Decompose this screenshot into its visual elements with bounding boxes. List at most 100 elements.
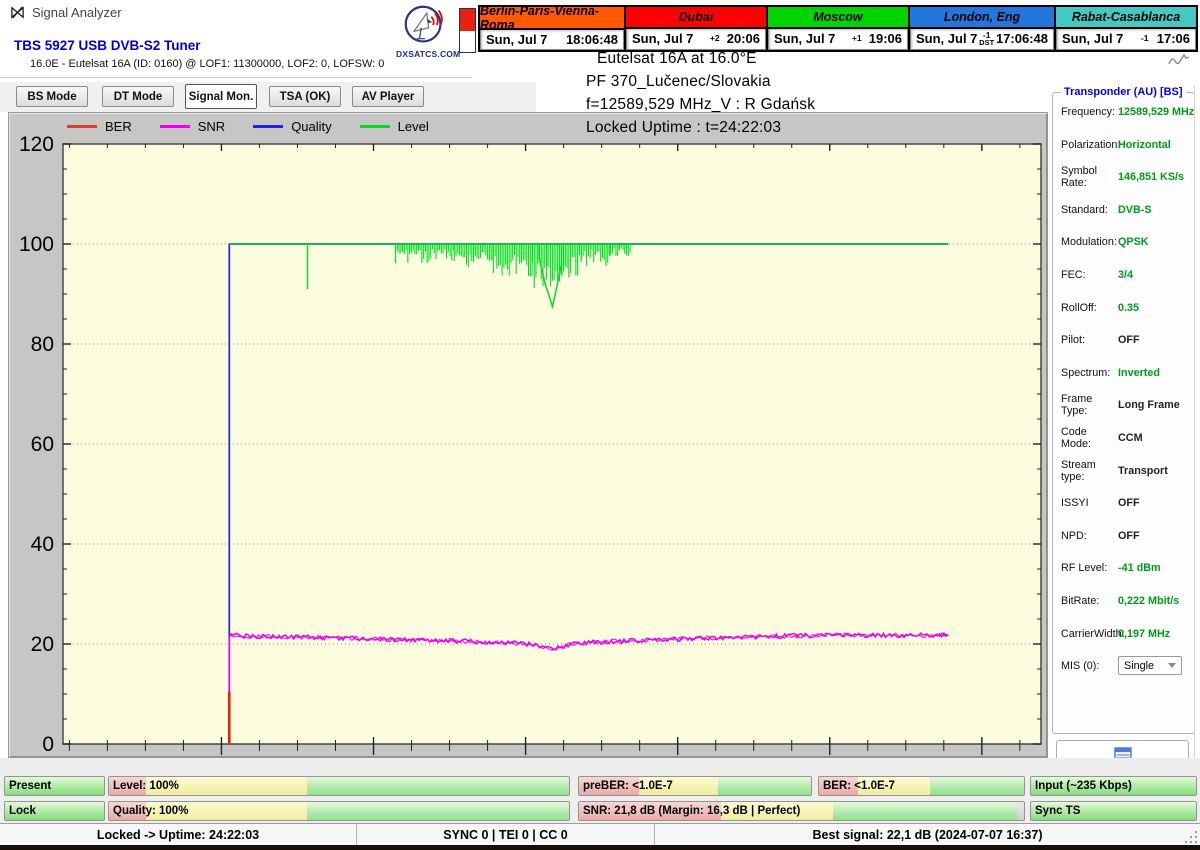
mis-select[interactable]: Single xyxy=(1118,656,1182,676)
frequency-caption: f=12589,529 MHz_V : R Gdańsk xyxy=(586,96,816,113)
clock-time-value: 20:06 xyxy=(726,31,760,47)
tab-dt-mode[interactable]: DT Mode xyxy=(102,86,174,107)
monitor-ber-1-0e-7: BER: <1.0E-7 xyxy=(818,776,1025,796)
transponder-value: OFF xyxy=(1118,334,1140,347)
signal-plot: 0 20 40 60 80 100 120 xyxy=(19,133,1042,756)
status-best-signal: Best signal: 22,1 dB (2024-07-07 16:37) xyxy=(812,828,1043,842)
transponder-value: OFF xyxy=(1118,497,1140,510)
transponder-label: Standard: xyxy=(1061,203,1108,216)
panel-divider xyxy=(1194,86,1195,758)
tab-bs-mode[interactable]: BS Mode xyxy=(16,86,88,107)
monitor-bar-label: Sync TS xyxy=(1035,804,1081,817)
transponder-row-rolloff: RollOff: 0.35 xyxy=(1061,298,1194,318)
window-title: Signal Analyzer xyxy=(32,5,122,20)
transponder-value: Horizontal xyxy=(1118,138,1171,151)
clock-rabat-casablanca: Rabat-Casablanca Sun, Jul 7 -1 17:06 xyxy=(1054,7,1196,50)
offset-dst-label: DST xyxy=(979,37,995,47)
offset-value: +1 xyxy=(851,33,862,44)
app-icon xyxy=(11,6,24,19)
transponder-row-polarization: Polarization: Horizontal xyxy=(1061,135,1194,155)
transponder-value: Long Frame xyxy=(1118,399,1180,412)
legend-item-quality: Quality xyxy=(253,119,332,134)
legend-item-level: Level xyxy=(359,119,429,134)
world-clock-panel: Berlin-Paris-Vienna-Roma Sun, Jul 7 18:06:… xyxy=(478,4,1198,52)
signature-icon xyxy=(1168,53,1190,72)
clock-time-cell: Sun, Jul 7 +1 19:06 xyxy=(768,28,908,50)
clock-utc-offset: +2 xyxy=(703,34,727,43)
clock-moscow: Moscow Sun, Jul 7 +1 19:06 xyxy=(766,7,908,50)
svg-text:100: 100 xyxy=(19,233,54,256)
clock-city-label: Dubai xyxy=(626,7,766,29)
bar-segment xyxy=(1016,802,1024,820)
transponder-row-issyi: ISSYI OFF xyxy=(1061,493,1194,513)
clock-time-value: 18:06:48 xyxy=(565,32,618,47)
clock-date: Sun, Jul 7 xyxy=(1062,31,1124,47)
bar-segment xyxy=(306,802,569,820)
flag-marker xyxy=(459,8,476,53)
resize-grip[interactable] xyxy=(1185,831,1197,843)
transponder-label: Spectrum: xyxy=(1061,366,1111,379)
transponder-row-frame-type: Frame Type: Long Frame xyxy=(1061,393,1194,418)
transponder-label: Frame Type: xyxy=(1061,393,1093,418)
transponder-row-stream-type: Stream type: Transport xyxy=(1061,459,1194,483)
uptime-caption: Locked Uptime : t=24:22:03 xyxy=(586,119,782,136)
transponder-label: ISSYI xyxy=(1061,497,1089,510)
legend-swatch xyxy=(159,125,190,128)
transponder-value: DVB-S xyxy=(1118,203,1152,216)
transponder-label: RF Level: xyxy=(1061,562,1108,575)
clock-utc-offset: +1 xyxy=(845,33,869,44)
transponder-row-spectrum: Spectrum: Inverted xyxy=(1061,363,1194,383)
monitor-bar-label: Input (~235 Kbps) xyxy=(1035,779,1132,792)
tab-av-player[interactable]: AV Player xyxy=(352,86,424,107)
offset-value: -1 xyxy=(1140,33,1149,44)
transponder-row-carrierwidth: CarrierWidth: 0,197 MHz xyxy=(1061,624,1194,644)
transponder-value: -41 dBm xyxy=(1118,562,1161,575)
tab-tsa-ok[interactable]: TSA (OK) xyxy=(269,86,341,107)
clock-time-cell: Sun, Jul 7 -1 DST 17:06:48 xyxy=(910,28,1054,50)
transponder-row-pilot: Pilot: OFF xyxy=(1061,330,1194,350)
monitor-preber-1-0e-7: preBER: <1.0E-7 xyxy=(578,776,812,796)
transponder-label: FEC: xyxy=(1061,268,1086,281)
legend-item-snr: SNR xyxy=(159,119,226,134)
tuner-info: 16.0E - Eutelsat 16A (ID: 0160) @ LOF1: … xyxy=(30,58,385,70)
clock-city-label: Moscow xyxy=(768,7,908,29)
chevron-down-icon xyxy=(1168,663,1176,669)
bar-segment xyxy=(718,777,811,795)
clock-time-cell: Sun, Jul 7 +2 20:06 xyxy=(626,28,766,50)
clock-city-label: Berlin-Paris-Vienna-Roma xyxy=(480,4,624,32)
tab-signal-mon[interactable]: Signal Mon. xyxy=(185,84,257,109)
monitor-snr-21-8-db-margin-16-3-db-perfect: SNR: 21,8 dB (Margin: 16,3 dB | Perfect) xyxy=(578,801,1025,821)
clock-london-eng: London, Eng Sun, Jul 7 -1 DST 17:06:48 xyxy=(908,7,1054,50)
clock-city-label: London, Eng xyxy=(910,7,1054,29)
status-bar: Locked -> Uptime: 24:22:03 SYNC 0 | TEI … xyxy=(0,823,1200,846)
mis-label: MIS (0): xyxy=(1061,659,1100,672)
monitor-present: Present xyxy=(4,776,105,796)
clock-time-cell: Sun, Jul 7 18:06:48 xyxy=(480,30,624,50)
clock-dubai: Dubai Sun, Jul 7 +2 20:06 xyxy=(624,7,766,50)
bar-segment xyxy=(832,802,1017,820)
clock-city-label: Rabat-Casablanca xyxy=(1056,7,1196,29)
bar-segment xyxy=(306,777,569,795)
transponder-label: NPD: xyxy=(1061,529,1087,542)
signal-chart: BER SNR Quality Level 0 20 40 60 80 100 120 xyxy=(8,112,1048,758)
tuner-name: TBS 5927 USB DVB-S2 Tuner xyxy=(14,38,201,53)
transponder-value: CCM xyxy=(1118,431,1143,444)
monitor-lock: Lock xyxy=(4,801,105,821)
chart-legend: BER SNR Quality Level xyxy=(67,119,429,134)
legend-label: SNR xyxy=(197,119,226,134)
status-sync-counts: SYNC 0 | TEI 0 | CC 0 xyxy=(357,824,655,846)
transponder-value: Transport xyxy=(1118,464,1168,477)
svg-text:80: 80 xyxy=(31,333,54,356)
header-divider xyxy=(0,77,472,78)
site-caption: PF 370_Lučenec/Slovakia xyxy=(586,73,771,90)
transponder-label: CarrierWidth: xyxy=(1061,627,1125,640)
clock-time-value: 19:06 xyxy=(868,31,902,47)
transponder-label: Frequency: xyxy=(1061,106,1116,118)
transponder-row-fec: FEC: 3/4 xyxy=(1061,265,1194,285)
transponder-label: RollOff: xyxy=(1061,301,1097,314)
legend-label: Level xyxy=(397,119,429,134)
monitor-bar-label: preBER: <1.0E-7 xyxy=(583,779,673,792)
legend-swatch xyxy=(67,125,97,128)
transponder-row-npd: NPD: OFF xyxy=(1061,526,1194,546)
satellite-caption: Eutelsat 16A at 16.0°E xyxy=(597,50,757,67)
